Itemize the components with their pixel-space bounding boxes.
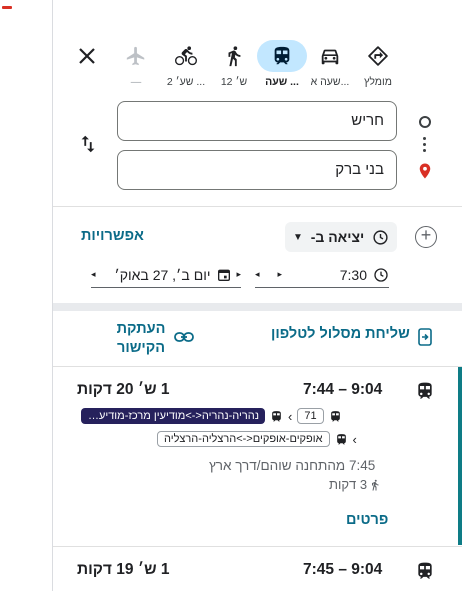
destination-input[interactable]: בני ברק (117, 150, 397, 190)
route-leg-1: נהריה-נהריה<->מודיעין מרכז-מודיעין מ... … (81, 407, 342, 425)
bus-icon (330, 410, 340, 421)
route-details-link[interactable]: פרטים (346, 512, 388, 528)
mode-bike[interactable]: 2 שע׳ ... (159, 40, 213, 94)
directions-icon (368, 46, 388, 66)
mode-transit[interactable]: שעה ... (255, 40, 309, 94)
time-value: 7:30 (339, 266, 367, 283)
date-next-icon[interactable]: ▸ (236, 269, 241, 280)
route-times: 7:44 – 9:04 (303, 381, 383, 398)
mode-flight-label: — (130, 76, 142, 88)
time-clock-icon (374, 267, 388, 282)
line-name-badge: נהריה-נהריה<->מודיעין מרכז-מודיעין מ... (81, 408, 265, 424)
copy-link-button[interactable]: העתקת הקישור (111, 320, 171, 358)
route-duration: 1 ש׳ 20 דקות (77, 381, 170, 398)
send-to-phone-icon (418, 328, 432, 346)
mode-drive[interactable]: שעה א... (303, 40, 357, 94)
date-value: יום ב׳, 27 באוק׳ (114, 266, 211, 283)
date-picker[interactable]: ◂ יום ב׳, 27 באוק׳ ▸ (91, 262, 241, 288)
walk-info: 3 דקות (329, 477, 381, 492)
chevron-icon: ‹ (352, 431, 357, 447)
section-divider (53, 303, 462, 311)
bike-icon (175, 46, 197, 66)
bus-icon (272, 410, 281, 421)
copy-link-line2: הקישור (116, 340, 166, 356)
mode-drive-label: שעה א... (310, 76, 350, 88)
second-line-badge: אופקים-אופקים<->הרצליה-הרצליה (157, 431, 330, 447)
car-icon (321, 49, 339, 65)
add-destination-button[interactable]: + (415, 226, 437, 248)
mode-walk-label: 12 ש׳ (220, 76, 248, 88)
walk-duration: 3 דקות (329, 477, 368, 492)
travel-mode-bar: — 2 שע׳ ... 12 ש׳ שעה ... שעה א... מומלץ (53, 40, 462, 94)
bus-icon (418, 562, 432, 579)
bus-icon (336, 433, 346, 444)
depart-at-label: יציאה ב- (310, 229, 365, 245)
bus-icon (418, 382, 432, 399)
directions-panel: — 2 שע׳ ... 12 ש׳ שעה ... שעה א... מומלץ (52, 0, 462, 591)
map-edge (0, 0, 52, 591)
clock-icon (373, 229, 388, 245)
options-link[interactable]: אפשרויות (81, 228, 144, 244)
calendar-icon (218, 269, 231, 281)
depart-at-dropdown[interactable]: יציאה ב- ▼ (285, 222, 397, 252)
dropdown-arrow-icon: ▼ (293, 231, 303, 243)
send-to-phone-link[interactable]: שליחת מסלול לטלפון (271, 326, 410, 342)
line-number-badge: 71 (297, 408, 324, 424)
time-prev-icon[interactable]: ◂ (255, 269, 260, 280)
map-marker-fragment (2, 6, 12, 9)
mode-best-label: מומלץ (364, 76, 392, 88)
chevron-icon: ‹ (288, 408, 293, 424)
mode-walk[interactable]: 12 ש׳ (207, 40, 261, 94)
walk-icon (372, 479, 379, 490)
bus-icon (274, 46, 290, 65)
mode-transit-label: שעה ... (265, 76, 299, 88)
walk-icon (228, 46, 241, 67)
departure-info: 7:45 מהתחנה שוהם/דרך ארץ (209, 458, 376, 473)
copy-link-line1: העתקת (116, 321, 166, 337)
swap-vertical-icon (81, 135, 95, 153)
mode-flight[interactable]: — (109, 40, 163, 94)
link-icon (174, 332, 194, 342)
origin-input[interactable]: חריש (117, 101, 397, 141)
route-times: 7:45 – 9:04 (303, 561, 383, 578)
divider (53, 206, 462, 207)
route-leg-2: אופקים-אופקים<->הרצליה-הרצליה ‹ (157, 430, 357, 448)
route-duration: 1 ש׳ 19 דקות (77, 561, 170, 578)
origin-circle-icon (419, 116, 431, 128)
route-option-1[interactable]: 7:44 – 9:04 1 ש׳ 20 דקות נהריה-נהריה<->מ… (53, 367, 462, 545)
mode-best[interactable]: מומלץ (351, 40, 405, 94)
plane-icon (126, 46, 145, 66)
time-picker[interactable]: ◂ ▸ 7:30 (255, 262, 389, 288)
swap-origin-destination-button[interactable] (77, 133, 101, 157)
mode-bike-label: 2 שע׳ ... (166, 76, 206, 88)
route-option-2[interactable]: 7:45 – 9:04 1 ש׳ 19 דקות (53, 546, 462, 591)
route-dots-icon (423, 137, 427, 155)
destination-pin-icon (419, 163, 431, 179)
